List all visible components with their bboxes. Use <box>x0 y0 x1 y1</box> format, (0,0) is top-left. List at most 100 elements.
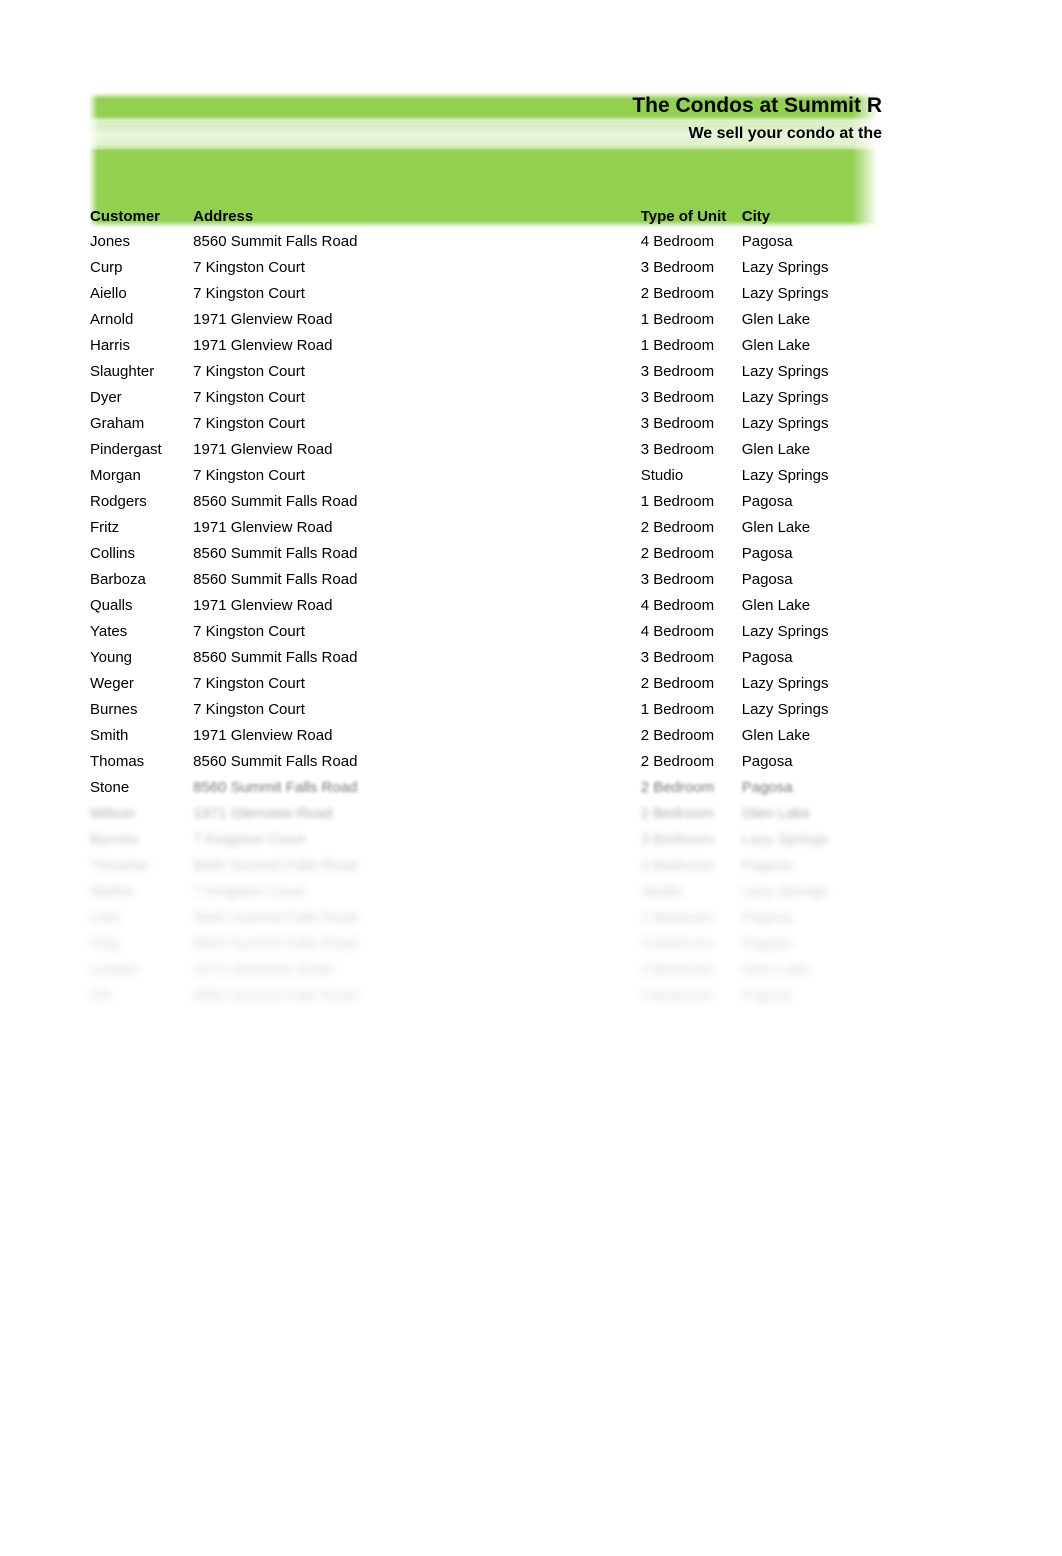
cell-customer[interactable]: Smith <box>88 722 193 748</box>
cell-city[interactable]: Pagosa <box>742 748 948 774</box>
table-row[interactable]: Wilson 1971 Glenview Road 2 Bedroom Glen La… <box>88 800 948 826</box>
cell-type-of-unit[interactable]: 4 Bedroom <box>641 618 742 644</box>
cell-address[interactable]: 8560 Summit Falls Road <box>193 774 641 800</box>
cell-type-of-unit[interactable]: 4 Bedroom <box>641 592 742 618</box>
cell-type-of-unit[interactable]: 2 Bedroom <box>641 748 742 774</box>
cell-customer[interactable]: Graham <box>88 410 193 436</box>
column-header-address[interactable]: Address <box>193 204 641 228</box>
cell-city[interactable]: Lazy Springs <box>742 618 948 644</box>
table-row[interactable]: Stone 8560 Summit Falls Road 2 Bedroom Pago… <box>88 774 948 800</box>
table-row[interactable]: Mathis 7 Kingston Court Studio Lazy Springs <box>88 878 948 904</box>
cell-address[interactable]: 7 Kingston Court <box>193 670 641 696</box>
cell-city[interactable]: Pagosa <box>742 644 948 670</box>
cell-city[interactable]: Glen Lake <box>742 592 948 618</box>
cell-city[interactable]: Lazy Springs <box>742 670 948 696</box>
table-row[interactable]: Smith 1971 Glenview Road 2 Bedroom Glen Lak… <box>88 722 948 748</box>
cell-address[interactable]: 8560 Summit Falls Road <box>193 930 641 956</box>
cell-city[interactable]: Lazy Springs <box>742 826 948 852</box>
table-row[interactable]: Barnes 7 Kingston Court 3 Bedroom Lazy Spri… <box>88 826 948 852</box>
cell-address[interactable]: 7 Kingston Court <box>193 462 641 488</box>
table-row[interactable]: Curp 7 Kingston Court 3 Bedroom Lazy Spring… <box>88 254 948 280</box>
cell-address[interactable]: 7 Kingston Court <box>193 826 641 852</box>
cell-type-of-unit[interactable]: 2 Bedroom <box>641 956 742 982</box>
cell-city[interactable]: Glen Lake <box>742 956 948 982</box>
cell-address[interactable]: 8560 Summit Falls Road <box>193 982 641 1008</box>
cell-city[interactable]: Pagosa <box>742 930 948 956</box>
column-header-city[interactable]: City <box>742 204 948 228</box>
table-row[interactable]: Burnes 7 Kingston Court 1 Bedroom Lazy Spri… <box>88 696 948 722</box>
cell-address[interactable]: 8560 Summit Falls Road <box>193 748 641 774</box>
cell-customer[interactable]: Yates <box>88 618 193 644</box>
cell-city[interactable]: Lazy Springs <box>742 878 948 904</box>
cell-address[interactable]: 7 Kingston Court <box>193 254 641 280</box>
cell-customer[interactable]: Mathis <box>88 878 193 904</box>
cell-customer[interactable]: Rodgers <box>88 488 193 514</box>
cell-city[interactable]: Lazy Springs <box>742 384 948 410</box>
cell-type-of-unit[interactable]: 3 Bedroom <box>641 982 742 1008</box>
cell-city[interactable]: Lazy Springs <box>742 358 948 384</box>
cell-customer[interactable]: Aiello <box>88 280 193 306</box>
table-row[interactable]: Rodgers 8560 Summit Falls Road 1 Bedroom Pa… <box>88 488 948 514</box>
cell-type-of-unit[interactable]: 3 Bedroom <box>641 384 742 410</box>
cell-address[interactable]: 7 Kingston Court <box>193 618 641 644</box>
cell-type-of-unit[interactable]: 2 Bedroom <box>641 774 742 800</box>
cell-type-of-unit[interactable]: 2 Bedroom <box>641 280 742 306</box>
cell-address[interactable]: 7 Kingston Court <box>193 878 641 904</box>
cell-customer[interactable]: Barboza <box>88 566 193 592</box>
cell-type-of-unit[interactable]: 3 Bedroom <box>641 644 742 670</box>
table-row[interactable]: Qualls 1971 Glenview Road 4 Bedroom Glen La… <box>88 592 948 618</box>
cell-type-of-unit[interactable]: 2 Bedroom <box>641 514 742 540</box>
cell-address[interactable]: 7 Kingston Court <box>193 696 641 722</box>
cell-type-of-unit[interactable]: 3 Bedroom <box>641 566 742 592</box>
cell-city[interactable]: Lazy Springs <box>742 254 948 280</box>
table-row[interactable]: Pindergast 1971 Glenview Road 3 Bedroom Gle… <box>88 436 948 462</box>
cell-customer[interactable]: King <box>88 930 193 956</box>
cell-city[interactable]: Lazy Springs <box>742 410 948 436</box>
table-row[interactable]: Thrasher 8560 Summit Falls Road 3 Bedroom P… <box>88 852 948 878</box>
cell-customer[interactable]: Qualls <box>88 592 193 618</box>
cell-type-of-unit[interactable]: 3 Bedroom <box>641 254 742 280</box>
cell-address[interactable]: 8560 Summit Falls Road <box>193 228 641 254</box>
cell-address[interactable]: 1971 Glenview Road <box>193 722 641 748</box>
cell-type-of-unit[interactable]: 3 Bedroom <box>641 358 742 384</box>
cell-customer[interactable]: Barnes <box>88 826 193 852</box>
cell-customer[interactable]: Pindergast <box>88 436 193 462</box>
cell-city[interactable]: Lazy Springs <box>742 280 948 306</box>
cell-address[interactable]: 7 Kingston Court <box>193 280 641 306</box>
table-row[interactable]: Slaughter 7 Kingston Court 3 Bedroom Lazy S… <box>88 358 948 384</box>
cell-customer[interactable]: Wilson <box>88 800 193 826</box>
cell-customer[interactable]: Harris <box>88 332 193 358</box>
cell-type-of-unit[interactable]: 3 Bedroom <box>641 826 742 852</box>
cell-type-of-unit[interactable]: 1 Bedroom <box>641 332 742 358</box>
cell-address[interactable]: 8560 Summit Falls Road <box>193 488 641 514</box>
table-row[interactable]: Leyden 1971 Glenview Road 2 Bedroom Glen La… <box>88 956 948 982</box>
table-row[interactable]: Fritz 1971 Glenview Road 2 Bedroom Glen Lak… <box>88 514 948 540</box>
cell-type-of-unit[interactable]: 3 Bedroom <box>641 930 742 956</box>
cell-address[interactable]: 1971 Glenview Road <box>193 592 641 618</box>
cell-customer[interactable]: Thomas <box>88 748 193 774</box>
cell-city[interactable]: Lazy Springs <box>742 696 948 722</box>
cell-address[interactable]: 8560 Summit Falls Road <box>193 904 641 930</box>
cell-customer[interactable]: Lord <box>88 904 193 930</box>
cell-customer[interactable]: Hill <box>88 982 193 1008</box>
cell-address[interactable]: 1971 Glenview Road <box>193 514 641 540</box>
table-row[interactable]: Graham 7 Kingston Court 3 Bedroom Lazy Spri… <box>88 410 948 436</box>
cell-customer[interactable]: Dyer <box>88 384 193 410</box>
cell-type-of-unit[interactable]: 1 Bedroom <box>641 696 742 722</box>
cell-address[interactable]: 7 Kingston Court <box>193 384 641 410</box>
cell-city[interactable]: Glen Lake <box>742 800 948 826</box>
table-row[interactable]: Morgan 7 Kingston Court Studio Lazy Springs <box>88 462 948 488</box>
cell-customer[interactable]: Jones <box>88 228 193 254</box>
cell-type-of-unit[interactable]: Studio <box>641 462 742 488</box>
cell-type-of-unit[interactable]: 4 Bedroom <box>641 228 742 254</box>
cell-customer[interactable]: Arnold <box>88 306 193 332</box>
cell-city[interactable]: Pagosa <box>742 982 948 1008</box>
column-header-type-of-unit[interactable]: Type of Unit <box>641 204 742 228</box>
table-row[interactable]: Thomas 8560 Summit Falls Road 2 Bedroom Pag… <box>88 748 948 774</box>
cell-city[interactable]: Glen Lake <box>742 722 948 748</box>
cell-customer[interactable]: Stone <box>88 774 193 800</box>
cell-customer[interactable]: Burnes <box>88 696 193 722</box>
cell-customer[interactable]: Curp <box>88 254 193 280</box>
cell-address[interactable]: 1971 Glenview Road <box>193 436 641 462</box>
table-row[interactable]: Young 8560 Summit Falls Road 3 Bedroom Pago… <box>88 644 948 670</box>
